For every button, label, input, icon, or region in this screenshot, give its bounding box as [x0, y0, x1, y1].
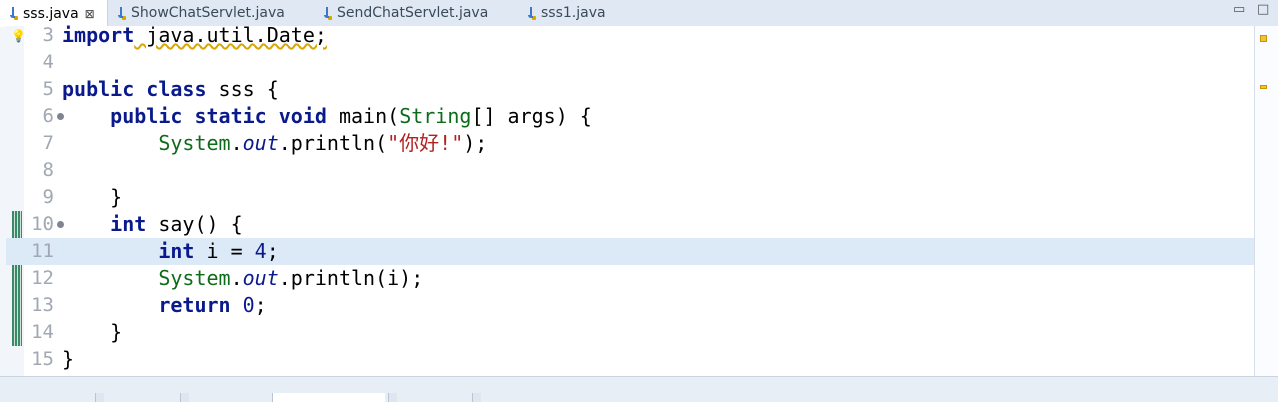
- fold-collapse-icon[interactable]: [57, 221, 64, 228]
- code-line[interactable]: 6 public static void main(String[] args)…: [6, 103, 1256, 130]
- minimize-icon[interactable]: ▭: [1233, 2, 1245, 17]
- code-line[interactable]: 7 System.out.println("你好!");: [6, 130, 1256, 157]
- code-line[interactable]: 5 public class sss {: [6, 76, 1256, 103]
- line-number: 9: [42, 186, 54, 208]
- code-line[interactable]: 9 }: [6, 184, 1256, 211]
- java-file-icon: [118, 6, 126, 20]
- code-line[interactable]: 12 System.out.println(i);: [6, 265, 1256, 292]
- code-line[interactable]: 4: [6, 49, 1256, 76]
- warning-marker-icon[interactable]: [1260, 35, 1267, 42]
- maximize-icon[interactable]: □: [1257, 2, 1269, 17]
- code-text: public class sss {: [62, 77, 279, 101]
- line-number: 10: [31, 213, 54, 235]
- close-tab-icon[interactable]: ⊠: [85, 7, 95, 21]
- java-file-icon: [528, 6, 536, 20]
- code-text: System.out.println(i);: [158, 266, 424, 290]
- code-line[interactable]: 13 return 0;: [6, 292, 1256, 319]
- code-line[interactable]: 8: [6, 157, 1256, 184]
- bottom-panel-tabs: [0, 376, 1278, 402]
- overview-ruler[interactable]: [1254, 26, 1278, 376]
- code-line[interactable]: 11 int i = 4;: [6, 238, 1256, 265]
- tab-label: sss.java: [23, 5, 79, 22]
- code-text: import java.util.Date;: [62, 23, 327, 47]
- line-number: 5: [42, 78, 54, 100]
- line-number: 4: [42, 51, 54, 73]
- line-number: 11: [31, 240, 54, 262]
- code-text: return 0;: [158, 293, 267, 317]
- line-number: 13: [31, 294, 54, 316]
- code-text: int say() {: [110, 212, 243, 236]
- line-number: 3: [42, 24, 54, 46]
- tab-label: sss1.java: [541, 5, 606, 21]
- code-text: public static void main(String[] args) {: [110, 104, 592, 128]
- code-text: int i = 4;: [158, 239, 279, 263]
- tab-label: SendChatServlet.java: [337, 5, 489, 21]
- code-text: }: [62, 320, 123, 344]
- code-text: }: [62, 347, 75, 371]
- java-file-icon: [10, 7, 18, 20]
- code-text: System.out.println("你好!");: [158, 131, 488, 155]
- code-line[interactable]: 15}: [6, 346, 1256, 373]
- line-number: 15: [31, 348, 54, 370]
- code-text: }: [62, 185, 123, 209]
- tab-label: ShowChatServlet.java: [131, 5, 285, 21]
- code-line[interactable]: 3 import java.util.Date;: [6, 22, 1256, 49]
- warning-marker-icon[interactable]: [1260, 85, 1267, 89]
- line-number: 12: [31, 267, 54, 289]
- line-number: 7: [42, 132, 54, 154]
- line-number: 14: [31, 321, 54, 343]
- fold-collapse-icon[interactable]: [57, 113, 64, 120]
- line-number: 8: [42, 159, 54, 181]
- line-number: 6: [42, 105, 54, 127]
- code-line[interactable]: 14 }: [6, 319, 1256, 346]
- code-line[interactable]: 10 int say() {: [6, 211, 1256, 238]
- java-file-icon: [324, 6, 332, 20]
